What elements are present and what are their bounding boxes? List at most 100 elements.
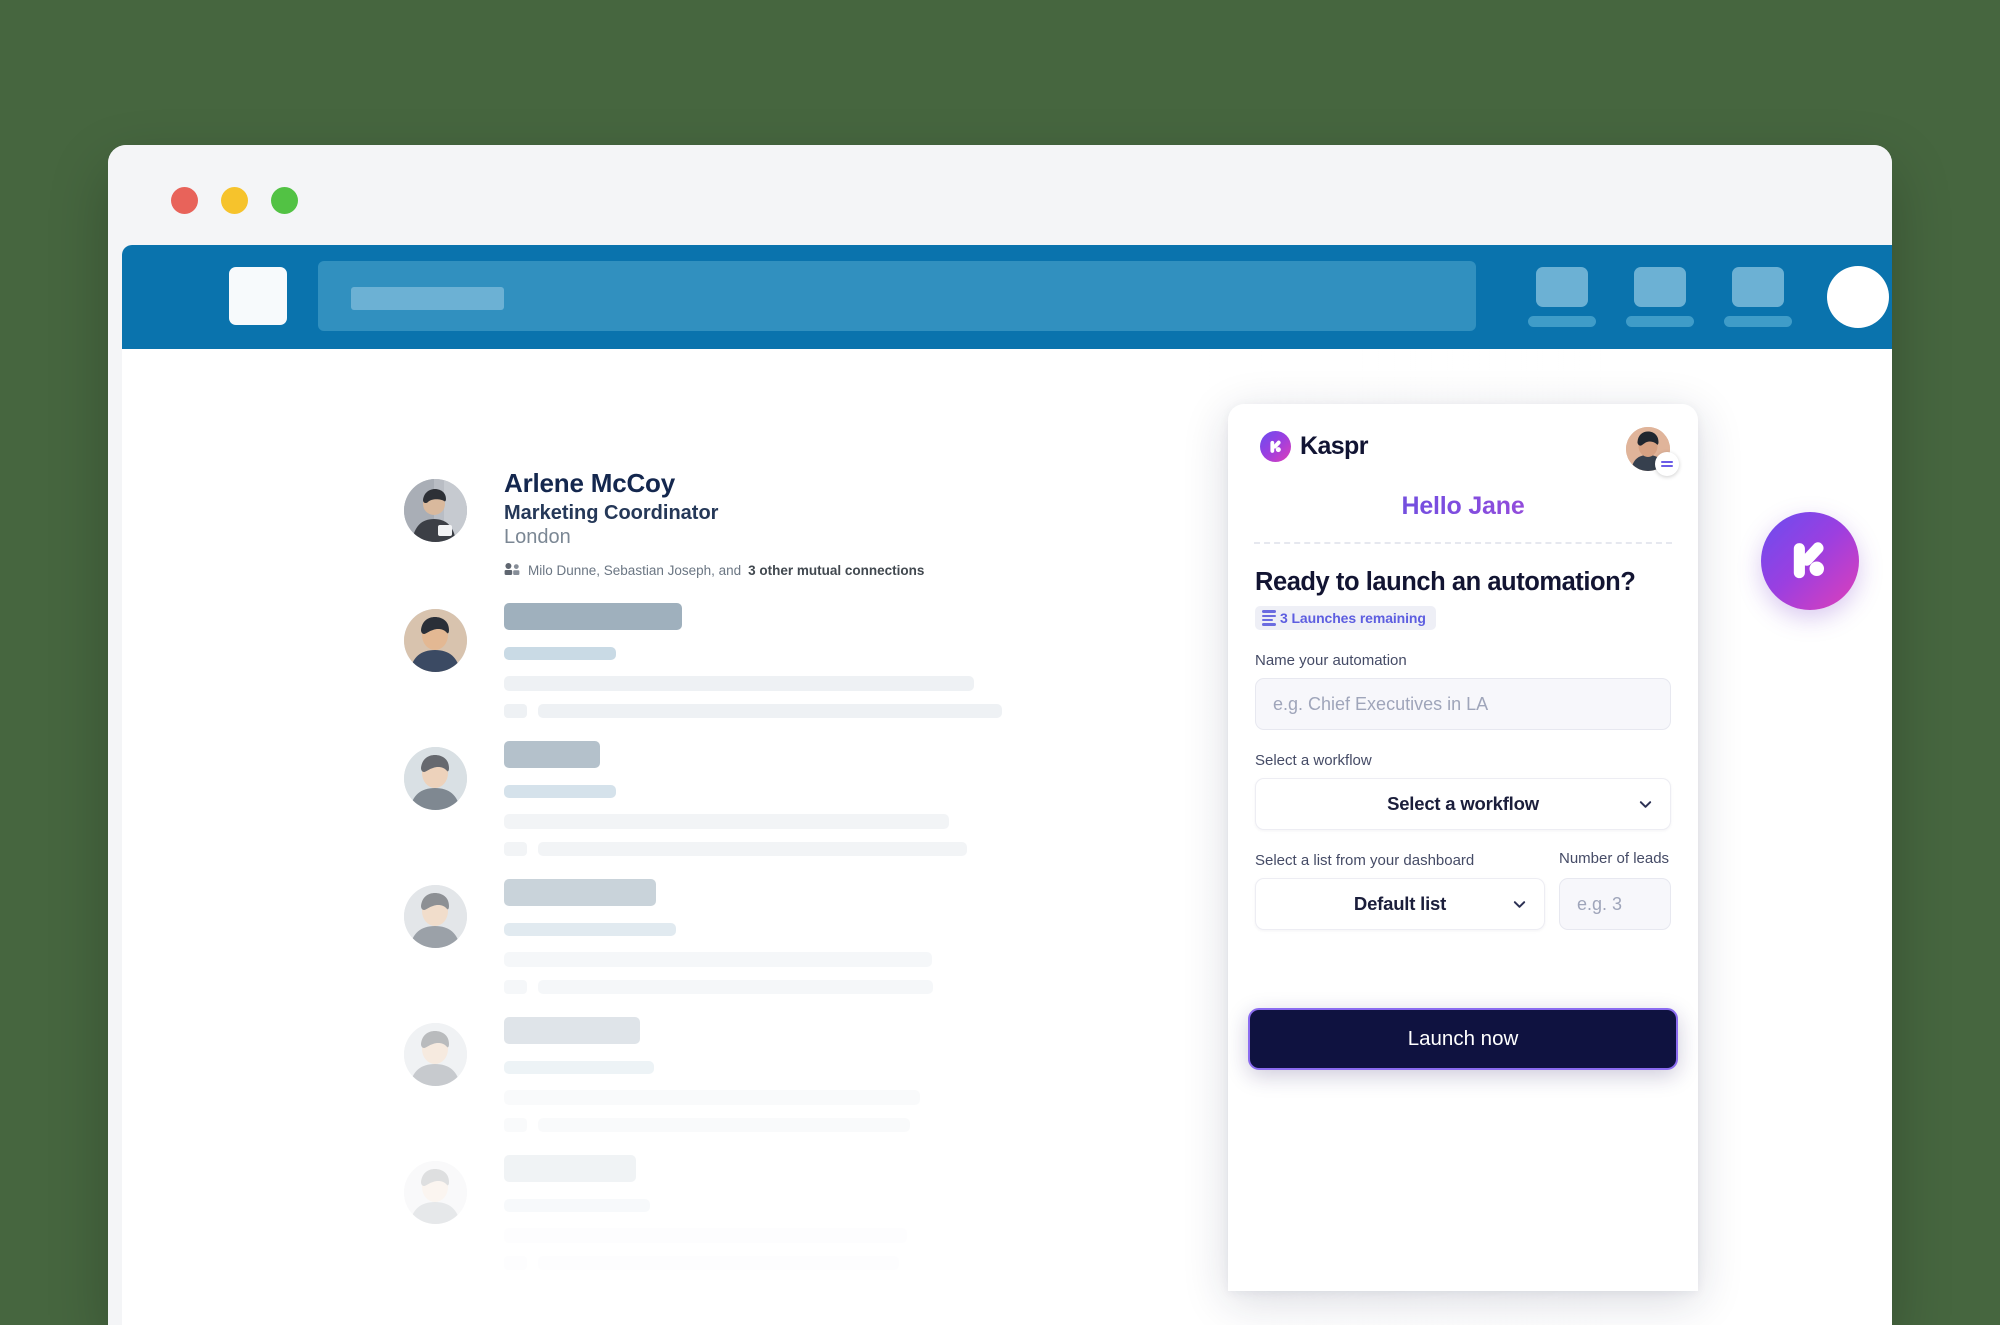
list-and-leads-row: Select a list from your dashboard Defaul… — [1255, 830, 1671, 930]
skeleton-footer — [504, 1118, 920, 1132]
avatar-illustration — [404, 609, 467, 672]
skeleton-footer-bar — [538, 980, 934, 994]
skeleton-line — [504, 1228, 908, 1243]
skeleton-subtitle — [504, 647, 616, 660]
chevron-down-icon — [1638, 797, 1653, 812]
skeleton-name — [504, 1017, 640, 1044]
list-select[interactable]: Default list — [1255, 878, 1545, 930]
skeleton-footer — [504, 980, 934, 994]
list-select-value: Default list — [1353, 893, 1447, 914]
list-item-content — [504, 1017, 920, 1132]
window-controls — [171, 187, 298, 214]
nav-item-1-label-bar — [1528, 316, 1596, 327]
skeleton-footer-bar — [538, 704, 1002, 718]
kaspr-heading: Ready to launch an automation? — [1255, 568, 1636, 596]
skeleton-subtitle — [504, 1199, 650, 1212]
skeleton-name — [504, 603, 682, 630]
launches-remaining-badge: 3 Launches remaining — [1255, 606, 1436, 630]
kaspr-extension-panel: Kaspr Hello Jane Ready to launch an auto… — [1228, 404, 1698, 1291]
skeleton-line — [504, 1090, 920, 1105]
launches-remaining-text: 3 Launches remaining — [1280, 610, 1426, 626]
page-title: Arlene McCoy — [504, 468, 675, 498]
avatar-illustration — [404, 747, 467, 810]
people-icon — [504, 563, 521, 578]
list-item-content — [504, 741, 968, 856]
automation-name-input[interactable] — [1255, 678, 1671, 730]
number-of-leads-input[interactable] — [1559, 878, 1671, 930]
maximize-window-button[interactable] — [271, 187, 298, 214]
browser-titlebar — [108, 145, 1892, 245]
list-item-avatar — [404, 747, 467, 810]
leads-column: Number of leads — [1559, 850, 1671, 930]
skeleton-footer — [504, 842, 968, 856]
skeleton-name — [504, 741, 600, 768]
app-navbar — [122, 245, 1892, 349]
profile-text-block: Arlene McCoy Marketing Coordinator Londo… — [504, 469, 924, 578]
workflow-select[interactable]: Select a workflow — [1255, 778, 1671, 830]
mutual-connections-count: 3 other mutual connections — [748, 563, 925, 579]
kaspr-logo-icon — [1793, 542, 1825, 579]
list-item-content — [504, 1155, 908, 1270]
nav-item-1-icon[interactable] — [1528, 267, 1596, 327]
list-item-content — [504, 879, 934, 994]
list-item-avatar — [404, 1161, 467, 1224]
kaspr-account-menu[interactable] — [1626, 427, 1679, 476]
minimize-window-button[interactable] — [221, 187, 248, 214]
leads-label: Number of leads — [1559, 850, 1670, 868]
kaspr-logo-bubble[interactable] — [1761, 512, 1859, 610]
nav-item-3-label-bar — [1724, 316, 1792, 327]
skeleton-people-icon — [504, 1118, 527, 1132]
nav-item-3-glyph — [1732, 267, 1784, 307]
nav-item-2-label-bar — [1626, 316, 1694, 327]
skeleton-people-icon — [504, 842, 527, 856]
automation-name-label: Name your automation — [1255, 652, 1407, 669]
skeleton-people-icon — [504, 1256, 527, 1270]
skeleton-footer-bar — [538, 1118, 911, 1132]
list-item-avatar — [404, 1023, 467, 1086]
chevron-down-icon — [1512, 897, 1527, 912]
kaspr-form: Ready to launch an automation? 3 Launche… — [1228, 544, 1698, 930]
app-logo-icon[interactable] — [229, 267, 287, 325]
nav-item-2-icon[interactable] — [1626, 267, 1694, 327]
skeleton-footer-bar — [538, 842, 968, 856]
launch-now-button[interactable]: Launch now — [1248, 1008, 1678, 1070]
list-lines-icon — [1262, 610, 1276, 626]
nav-item-1-glyph — [1536, 267, 1588, 307]
avatar-illustration — [404, 1023, 467, 1086]
kaspr-panel-header: Kaspr — [1228, 404, 1698, 490]
skeleton-subtitle — [504, 923, 676, 936]
skeleton-line — [504, 952, 933, 967]
kaspr-menu-icon[interactable] — [1655, 452, 1679, 476]
search-input[interactable] — [318, 261, 1476, 331]
workflow-label: Select a workflow — [1255, 752, 1372, 769]
navbar-avatar[interactable] — [1827, 266, 1889, 328]
skeleton-name — [504, 879, 656, 906]
list-label: Select a list from your dashboard — [1255, 852, 1475, 869]
avatar-illustration — [404, 885, 467, 948]
mutual-connections: Milo Dunne, Sebastian Joseph, and 3 othe… — [504, 563, 924, 578]
skeleton-subtitle — [504, 785, 616, 798]
kaspr-wordmark: Kaspr — [1300, 432, 1368, 460]
skeleton-people-icon — [504, 704, 527, 718]
search-placeholder-bar — [351, 287, 504, 310]
list-item-avatar — [404, 885, 467, 948]
skeleton-footer — [504, 704, 1002, 718]
skeleton-subtitle — [504, 1061, 654, 1074]
skeleton-footer-bar — [538, 1256, 899, 1270]
list-item-avatar — [404, 609, 467, 672]
workflow-select-value: Select a workflow — [1387, 793, 1539, 814]
kaspr-logo: Kaspr — [1260, 431, 1368, 462]
profile-location: London — [504, 526, 571, 549]
mutual-connections-text: Milo Dunne, Sebastian Joseph, and — [528, 563, 742, 579]
avatar-illustration — [404, 479, 467, 542]
avatar-illustration — [404, 1161, 467, 1224]
nav-item-3-icon[interactable] — [1724, 267, 1792, 327]
avatar — [404, 479, 467, 542]
close-window-button[interactable] — [171, 187, 198, 214]
skeleton-people-icon — [504, 980, 527, 994]
list-item-content — [504, 603, 1002, 718]
skeleton-name — [504, 1155, 636, 1182]
kaspr-logo-icon — [1260, 431, 1291, 462]
profile-job-title: Marketing Coordinator — [504, 502, 719, 525]
skeleton-footer — [504, 1256, 907, 1270]
